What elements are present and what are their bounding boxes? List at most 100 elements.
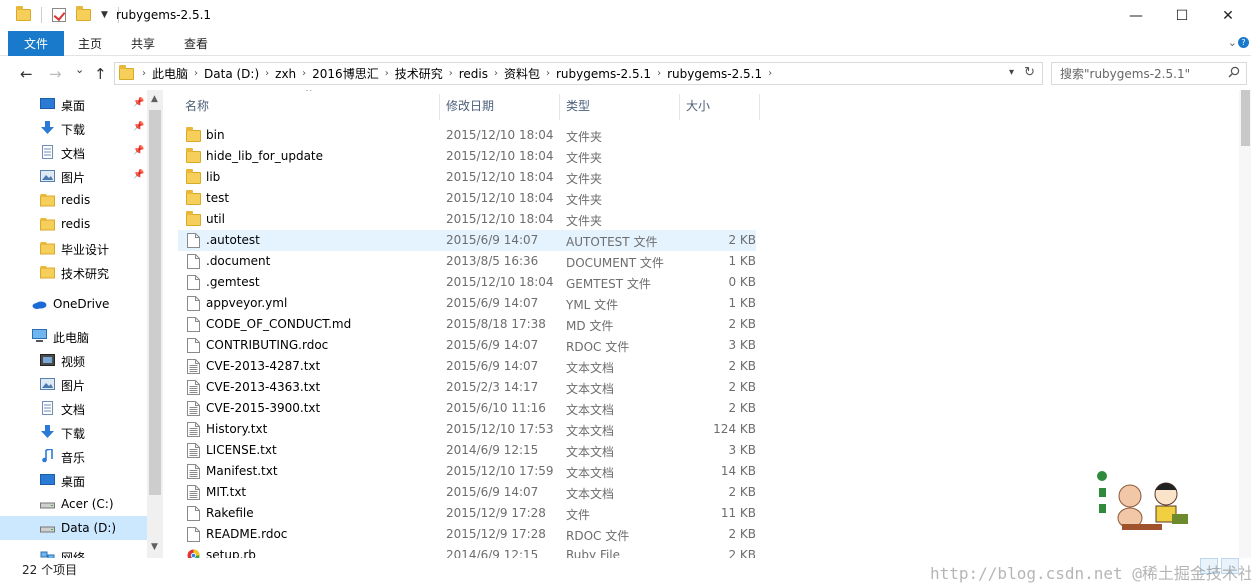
chevron-right-icon[interactable]: › <box>140 68 148 79</box>
scrollbar-thumb[interactable] <box>149 110 161 495</box>
divider[interactable] <box>759 94 760 120</box>
table-row[interactable]: Manifest.txt 2015/12/10 17:59 文本文档 14 KB <box>178 461 756 482</box>
chevron-right-icon[interactable]: › <box>263 68 271 79</box>
chevron-right-icon[interactable]: › <box>544 68 552 79</box>
breadcrumb-item[interactable]: redis <box>455 67 492 81</box>
properties-icon[interactable] <box>52 8 66 22</box>
pin-icon[interactable]: 📌 <box>133 146 144 156</box>
close-button[interactable]: ✕ <box>1205 0 1251 31</box>
breadcrumb-item[interactable]: Data (D:) <box>200 67 263 81</box>
expand-ribbon-icon[interactable]: ⌄ <box>1228 36 1237 49</box>
chevron-right-icon[interactable]: › <box>192 68 200 79</box>
refresh-icon[interactable]: ↻ <box>1024 65 1035 80</box>
table-row[interactable]: appveyor.yml 2015/6/9 14:07 YML 文件 1 KB <box>178 293 756 314</box>
pin-icon[interactable]: 📌 <box>133 122 144 132</box>
chevron-right-icon[interactable]: › <box>655 68 663 79</box>
table-row[interactable]: MIT.txt 2015/6/9 14:07 文本文档 2 KB <box>178 482 756 503</box>
column-header-size[interactable]: 大小 <box>686 90 710 120</box>
table-row[interactable]: History.txt 2015/12/10 17:53 文本文档 124 KB <box>178 419 756 440</box>
breadcrumb-item[interactable]: 2016博思汇 <box>308 65 383 82</box>
file-size: 124 KB <box>713 422 756 436</box>
new-folder-icon[interactable] <box>76 6 91 21</box>
breadcrumb-item[interactable]: 此电脑 <box>148 65 192 82</box>
table-row[interactable]: CONTRIBUTING.rdoc 2015/6/9 14:07 RDOC 文件 3 … <box>178 335 756 356</box>
sidebar-item[interactable]: 图片 <box>0 372 147 396</box>
table-row[interactable]: CVE-2015-3900.txt 2015/6/10 11:16 文本文档 2 KB <box>178 398 756 419</box>
sidebar-item[interactable]: redis <box>0 188 147 212</box>
table-row[interactable]: bin 2015/12/10 18:04 文件夹 <box>178 125 756 146</box>
sidebar-item[interactable]: Acer (C:) <box>0 492 147 516</box>
chevron-right-icon[interactable]: › <box>447 68 455 79</box>
sidebar-item[interactable]: 下载 <box>0 420 147 444</box>
table-row[interactable]: util 2015/12/10 18:04 文件夹 <box>178 209 756 230</box>
breadcrumb-item[interactable]: 技术研究 <box>391 65 447 82</box>
tab-view[interactable]: 查看 <box>184 31 208 56</box>
sidebar-item[interactable]: redis <box>0 212 147 236</box>
table-row[interactable]: .gemtest 2015/12/10 18:04 GEMTEST 文件 0 KB <box>178 272 756 293</box>
table-row[interactable]: test 2015/12/10 18:04 文件夹 <box>178 188 756 209</box>
chevron-right-icon[interactable]: › <box>383 68 391 79</box>
file-list-scrollbar[interactable] <box>1239 90 1251 558</box>
scroll-up-icon[interactable]: ▲ <box>151 94 158 104</box>
scrollbar-thumb[interactable] <box>1241 90 1250 146</box>
table-row[interactable]: CODE_OF_CONDUCT.md 2015/8/18 17:38 MD 文件 2 … <box>178 314 756 335</box>
scroll-down-icon[interactable]: ▼ <box>151 542 158 552</box>
sidebar-item[interactable]: 下载 📌 <box>0 116 147 140</box>
sidebar-item[interactable]: OneDrive <box>0 292 147 316</box>
tab-home[interactable]: 主页 <box>78 31 102 56</box>
sidebar-item[interactable]: 文档 📌 <box>0 140 147 164</box>
search-box[interactable]: 搜索"rubygems-2.5.1" <box>1051 62 1247 85</box>
sidebar-item[interactable]: 音乐 <box>0 444 147 468</box>
search-input[interactable]: 搜索"rubygems-2.5.1" <box>1060 65 1190 82</box>
table-row[interactable]: setup.rb 2014/6/9 12:15 Ruby File 2 KB <box>178 545 756 558</box>
maximize-button[interactable]: ☐ <box>1159 0 1205 31</box>
table-row[interactable]: CVE-2013-4363.txt 2015/2/3 14:17 文本文档 2 KB <box>178 377 756 398</box>
recent-locations-button[interactable]: ⌄ <box>75 63 84 76</box>
sidebar-scrollbar[interactable]: ▲ ▼ <box>147 90 163 558</box>
chevron-right-icon[interactable]: › <box>766 68 774 79</box>
chevron-right-icon[interactable]: › <box>492 68 500 79</box>
divider[interactable] <box>679 94 680 120</box>
breadcrumb-item[interactable]: rubygems-2.5.1 <box>552 67 655 81</box>
column-header-date[interactable]: 修改日期 <box>446 90 494 120</box>
up-button[interactable]: ↑ <box>94 65 107 83</box>
address-bar[interactable]: › 此电脑 › Data (D:) › zxh › 2016博思汇 › 技术研究 › redis › 资料… <box>114 62 1043 85</box>
pin-icon[interactable]: 📌 <box>133 170 144 180</box>
sidebar-item[interactable]: 文档 <box>0 396 147 420</box>
sidebar-item[interactable]: 毕业设计 <box>0 236 147 260</box>
table-row[interactable]: Rakefile 2015/12/9 17:28 文件 11 KB <box>178 503 756 524</box>
column-header-name[interactable]: 名称 <box>185 90 209 120</box>
table-row[interactable]: README.rdoc 2015/12/9 17:28 RDOC 文件 2 KB <box>178 524 756 545</box>
sidebar-item[interactable]: 图片 📌 <box>0 164 147 188</box>
minimize-button[interactable]: — <box>1113 0 1159 31</box>
tab-file[interactable]: 文件 <box>8 31 64 56</box>
sidebar-item[interactable]: 桌面 <box>0 468 147 492</box>
chevron-down-icon[interactable]: ▼ <box>101 10 108 20</box>
divider[interactable] <box>439 94 440 120</box>
table-row[interactable]: lib 2015/12/10 18:04 文件夹 <box>178 167 756 188</box>
tab-share[interactable]: 共享 <box>131 31 155 56</box>
table-row[interactable]: hide_lib_for_update 2015/12/10 18:04 文件夹 <box>178 146 756 167</box>
sidebar-item[interactable]: Data (D:) <box>0 516 147 540</box>
column-header-type[interactable]: 类型 <box>566 90 590 120</box>
back-button[interactable]: ← <box>20 65 33 83</box>
sidebar-item[interactable]: 此电脑 <box>0 324 147 348</box>
search-icon[interactable] <box>1228 66 1240 78</box>
forward-button[interactable]: → <box>49 65 62 83</box>
sidebar-item[interactable]: 视频 <box>0 348 147 372</box>
chevron-down-icon[interactable]: ▾ <box>1009 67 1014 78</box>
table-row[interactable]: .document 2013/8/5 16:36 DOCUMENT 文件 1 KB <box>178 251 756 272</box>
table-row[interactable]: .autotest 2015/6/9 14:07 AUTOTEST 文件 2 KB <box>178 230 756 251</box>
pin-icon[interactable]: 📌 <box>133 98 144 108</box>
table-row[interactable]: LICENSE.txt 2014/6/9 12:15 文本文档 3 KB <box>178 440 756 461</box>
help-icon[interactable]: ? <box>1238 37 1249 48</box>
breadcrumb-item[interactable]: 资料包 <box>500 65 544 82</box>
chevron-right-icon[interactable]: › <box>300 68 308 79</box>
table-row[interactable]: CVE-2013-4287.txt 2015/6/9 14:07 文本文档 2 KB <box>178 356 756 377</box>
breadcrumb-item[interactable]: rubygems-2.5.1 <box>663 67 766 81</box>
breadcrumb-item[interactable]: zxh <box>271 67 300 81</box>
sidebar-item[interactable]: 技术研究 <box>0 260 147 284</box>
divider[interactable] <box>559 94 560 120</box>
sidebar-item[interactable]: 网络 <box>0 544 147 558</box>
sidebar-item[interactable]: 桌面 📌 <box>0 92 147 116</box>
